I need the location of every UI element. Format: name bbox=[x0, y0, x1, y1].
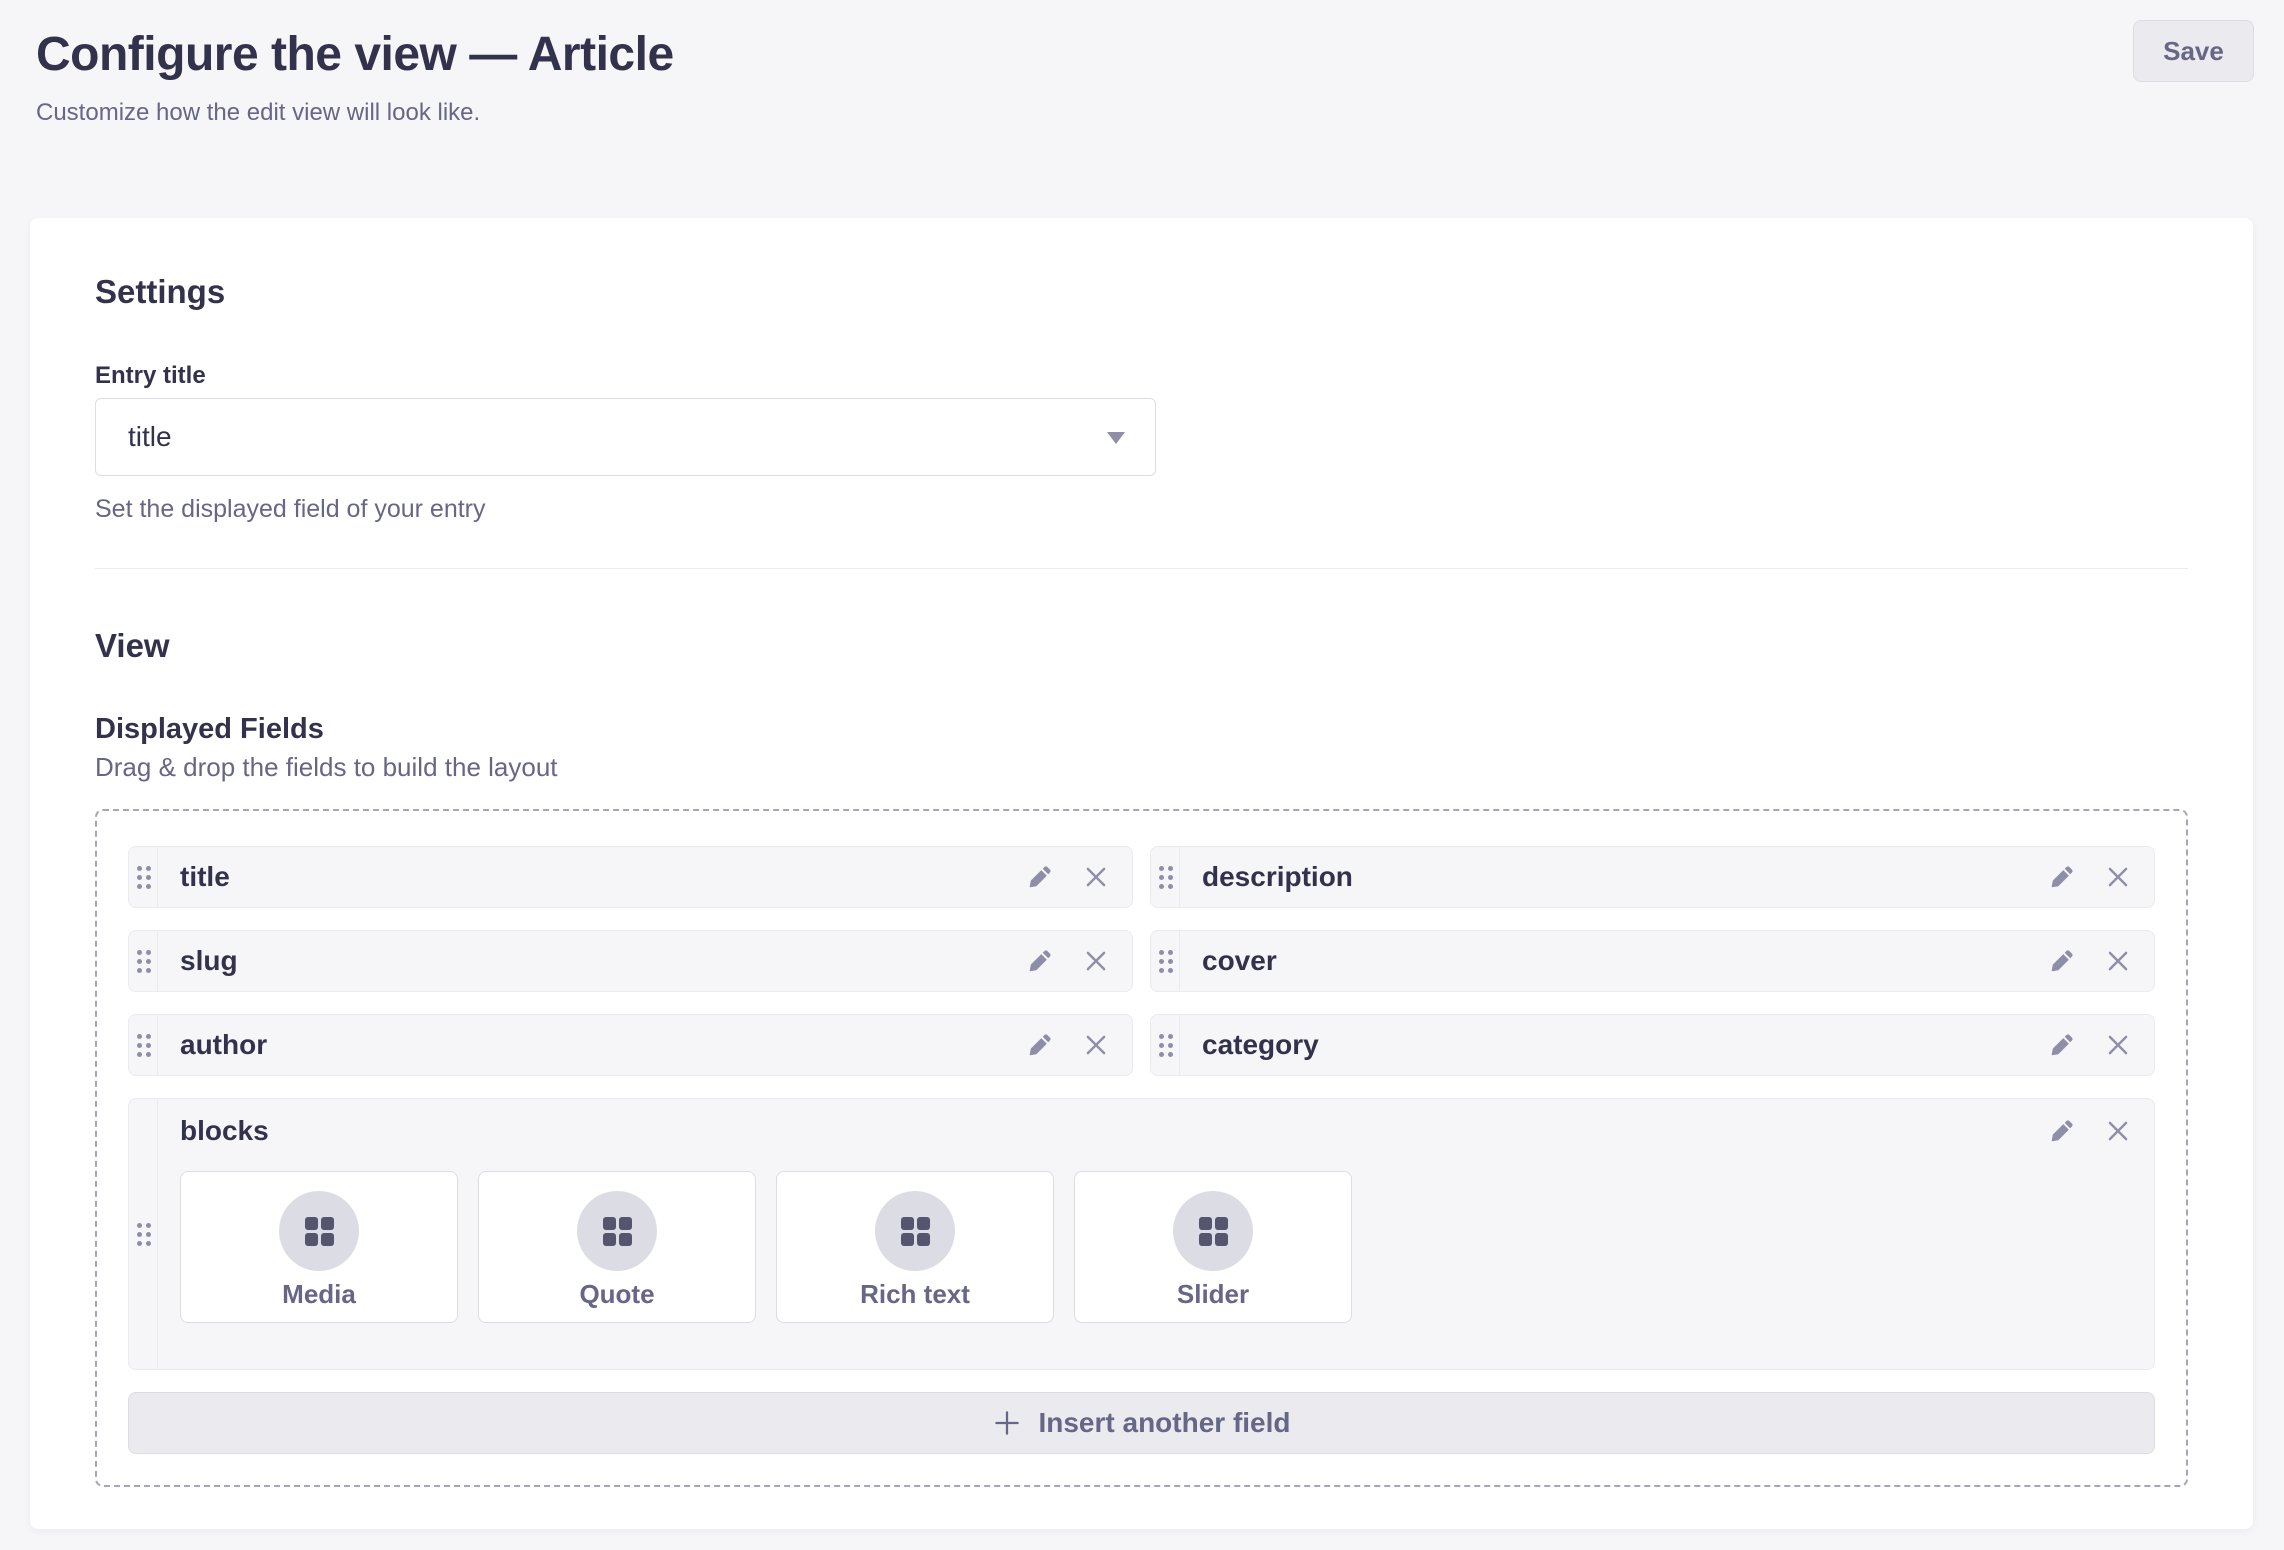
field-name-label: title bbox=[180, 847, 1026, 907]
remove-field-button[interactable] bbox=[1082, 947, 1110, 975]
drag-handle-icon[interactable] bbox=[129, 931, 158, 991]
field-name-label: author bbox=[180, 1015, 1026, 1075]
drag-handle-icon[interactable] bbox=[129, 1099, 158, 1369]
insert-field-button[interactable]: Insert another field bbox=[128, 1392, 2155, 1454]
field-card-slug[interactable]: slug bbox=[128, 930, 1133, 992]
close-icon bbox=[2105, 1118, 2131, 1144]
field-card-category[interactable]: category bbox=[1150, 1014, 2155, 1076]
field-card-title[interactable]: title bbox=[128, 846, 1133, 908]
component-circle bbox=[875, 1191, 955, 1271]
component-circle bbox=[279, 1191, 359, 1271]
drag-dots-icon bbox=[1159, 866, 1164, 871]
close-icon bbox=[1083, 948, 1109, 974]
drag-dots-icon bbox=[1159, 1034, 1164, 1039]
edit-field-button[interactable] bbox=[2048, 1031, 2076, 1059]
displayed-fields-heading: Displayed Fields bbox=[95, 712, 2188, 746]
save-button[interactable]: Save bbox=[2133, 20, 2254, 82]
page-title: Configure the view — Article bbox=[36, 26, 2254, 84]
entry-title-label: Entry title bbox=[95, 362, 2188, 390]
field-name-label: slug bbox=[180, 931, 1026, 991]
grid-icon bbox=[901, 1217, 930, 1246]
pencil-icon bbox=[2049, 1118, 2075, 1144]
drag-handle-icon[interactable] bbox=[1151, 931, 1180, 991]
grid-icon bbox=[603, 1217, 632, 1246]
edit-field-button[interactable] bbox=[1026, 863, 1054, 891]
close-icon bbox=[2105, 864, 2131, 890]
view-heading: View bbox=[95, 626, 2188, 666]
field-name-label: description bbox=[1202, 847, 2048, 907]
field-name-label: blocks bbox=[180, 1115, 2048, 1147]
pencil-icon bbox=[2049, 948, 2075, 974]
component-tile-label: Slider bbox=[1177, 1278, 1249, 1310]
field-card-cover[interactable]: cover bbox=[1150, 930, 2155, 992]
page-subtitle: Customize how the edit view will look li… bbox=[36, 98, 2254, 128]
drag-dots-icon bbox=[1159, 950, 1164, 955]
configuration-panel: Settings Entry title title Set the displ… bbox=[30, 218, 2253, 1529]
drag-dots-icon bbox=[137, 1034, 142, 1039]
edit-field-button[interactable] bbox=[2048, 863, 2076, 891]
edit-field-button[interactable] bbox=[2048, 947, 2076, 975]
drag-dots-icon bbox=[137, 1223, 142, 1228]
section-divider bbox=[95, 568, 2188, 569]
pencil-icon bbox=[1027, 948, 1053, 974]
close-icon bbox=[1083, 1032, 1109, 1058]
pencil-icon bbox=[2049, 1032, 2075, 1058]
displayed-fields-hint: Drag & drop the fields to build the layo… bbox=[95, 752, 2188, 782]
component-tile-quote[interactable]: Quote bbox=[478, 1171, 756, 1323]
pencil-icon bbox=[2049, 864, 2075, 890]
component-tile-label: Rich text bbox=[860, 1278, 970, 1310]
edit-field-button[interactable] bbox=[2048, 1117, 2076, 1145]
field-card-author[interactable]: author bbox=[128, 1014, 1133, 1076]
insert-field-label: Insert another field bbox=[1038, 1407, 1290, 1439]
entry-title-select-value: title bbox=[128, 421, 172, 453]
component-tile-rich-text[interactable]: Rich text bbox=[776, 1171, 1054, 1323]
drag-handle-icon[interactable] bbox=[1151, 847, 1180, 907]
pencil-icon bbox=[1027, 1032, 1053, 1058]
chevron-down-icon bbox=[1107, 432, 1125, 444]
remove-field-button[interactable] bbox=[1082, 1031, 1110, 1059]
field-card-description[interactable]: description bbox=[1150, 846, 2155, 908]
fields-dropzone: title description slug cover bbox=[95, 809, 2188, 1487]
plus-icon bbox=[992, 1408, 1022, 1438]
entry-title-hint: Set the displayed field of your entry bbox=[95, 494, 2188, 524]
remove-field-button[interactable] bbox=[1082, 863, 1110, 891]
component-tiles: Media Quote Rich text Slider bbox=[180, 1171, 2132, 1323]
close-icon bbox=[1083, 864, 1109, 890]
remove-field-button[interactable] bbox=[2104, 1031, 2132, 1059]
edit-field-button[interactable] bbox=[1026, 1031, 1054, 1059]
drag-handle-icon[interactable] bbox=[129, 847, 158, 907]
field-name-label: cover bbox=[1202, 931, 2048, 991]
entry-title-select[interactable]: title bbox=[95, 398, 1156, 476]
drag-dots-icon bbox=[137, 866, 142, 871]
component-circle bbox=[577, 1191, 657, 1271]
field-card-blocks[interactable]: blocks Media Quote bbox=[128, 1098, 2155, 1370]
component-tile-label: Quote bbox=[579, 1278, 654, 1310]
settings-heading: Settings bbox=[95, 272, 2188, 312]
pencil-icon bbox=[1027, 864, 1053, 890]
drag-dots-icon bbox=[137, 950, 142, 955]
remove-field-button[interactable] bbox=[2104, 947, 2132, 975]
component-circle bbox=[1173, 1191, 1253, 1271]
remove-field-button[interactable] bbox=[2104, 863, 2132, 891]
component-tile-label: Media bbox=[282, 1278, 356, 1310]
edit-field-button[interactable] bbox=[1026, 947, 1054, 975]
close-icon bbox=[2105, 948, 2131, 974]
component-tile-slider[interactable]: Slider bbox=[1074, 1171, 1352, 1323]
grid-icon bbox=[305, 1217, 334, 1246]
remove-field-button[interactable] bbox=[2104, 1117, 2132, 1145]
drag-handle-icon[interactable] bbox=[129, 1015, 158, 1075]
field-name-label: category bbox=[1202, 1015, 2048, 1075]
component-tile-media[interactable]: Media bbox=[180, 1171, 458, 1323]
close-icon bbox=[2105, 1032, 2131, 1058]
grid-icon bbox=[1199, 1217, 1228, 1246]
drag-handle-icon[interactable] bbox=[1151, 1015, 1180, 1075]
page-header: Configure the view — Article Customize h… bbox=[0, 0, 2284, 128]
